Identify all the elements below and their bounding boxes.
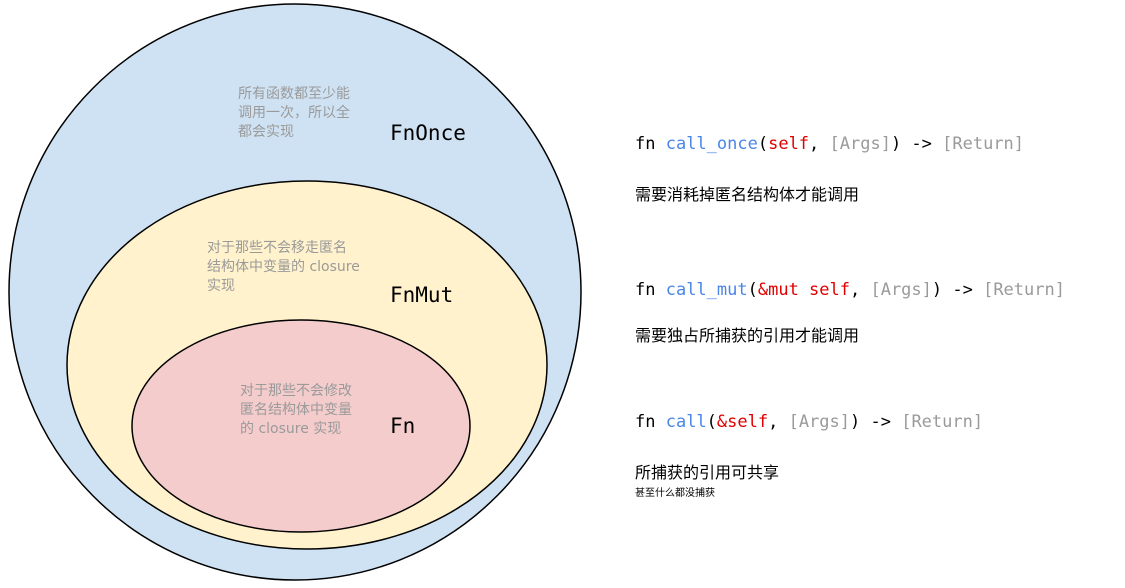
method-name: call_mut [665, 280, 748, 300]
method-name: call_once [665, 134, 758, 154]
separator: , [849, 280, 871, 300]
arrow: ) -> [931, 280, 984, 300]
call-signature: fn call(&self, [Args]) -> [Return] [635, 412, 983, 432]
call-mut-description: 需要独占所捕获的引用才能调用 [635, 326, 860, 345]
open-paren: ( [747, 280, 758, 300]
closure-traits-diagram: 所有函数都至少能 调用一次，所以全 都会实现 FnOnce 对于那些不会移走匿名… [0, 0, 1125, 588]
fnonce-title: FnOnce [390, 121, 466, 145]
open-paren: ( [706, 412, 717, 432]
return-placeholder: [Return] [901, 412, 984, 432]
separator: , [768, 412, 789, 432]
fnonce-note: 所有函数都至少能 调用一次，所以全 都会实现 [238, 86, 350, 140]
call-description: 所捕获的引用可共享 [635, 463, 780, 482]
return-placeholder: [Return] [983, 280, 1065, 300]
fn-title: Fn [390, 414, 416, 438]
receiver: self [768, 134, 810, 154]
fnmut-title: FnMut [390, 283, 454, 307]
call-mut-signature: fn call_mut(&mut self, [Args]) -> [Retur… [635, 280, 1065, 300]
separator: , [809, 134, 830, 154]
args-placeholder: [Args] [870, 280, 932, 300]
args-placeholder: [Args] [788, 412, 851, 432]
fnmut-note: 对于那些不会移走匿名 结构体中变量的 closure 实现 [207, 240, 360, 294]
call-once-signature: fn call_once(self, [Args]) -> [Return] [635, 134, 1024, 154]
arrow: ) -> [850, 412, 902, 432]
receiver: &mut self [757, 280, 850, 300]
fn-keyword: fn [635, 134, 666, 154]
open-paren: ( [757, 134, 769, 154]
return-placeholder: [Return] [942, 134, 1025, 154]
call-once-description: 需要消耗掉匿名结构体才能调用 [635, 185, 860, 204]
fn-keyword: fn [635, 412, 666, 432]
call-sub-description: 甚至什么都没捕获 [635, 488, 715, 499]
fn-note: 对于那些不会修改 匿名结构体中变量 的 closure 实现 [240, 383, 352, 437]
receiver: &self [716, 412, 769, 432]
method-name: call [665, 412, 707, 432]
args-placeholder: [Args] [829, 134, 891, 154]
fn-keyword: fn [635, 280, 666, 300]
arrow: ) -> [890, 134, 943, 154]
